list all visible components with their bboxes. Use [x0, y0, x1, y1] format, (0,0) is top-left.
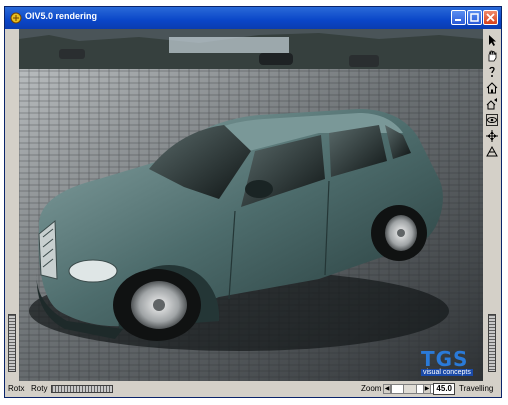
- logo-text: TGS: [421, 347, 469, 371]
- roty-label: Roty: [31, 384, 48, 393]
- viewer-toolbar: [483, 29, 501, 381]
- perspective-tool[interactable]: [485, 145, 499, 159]
- roty-horizontal-thumbwheel[interactable]: [51, 385, 113, 393]
- arrow-cursor-icon: [489, 35, 496, 46]
- zoom-label: Zoom: [361, 384, 382, 393]
- logo-subtext: visual concepts: [421, 369, 473, 376]
- home-tool[interactable]: [485, 81, 499, 95]
- view-all-tool[interactable]: [485, 113, 499, 127]
- 3d-render-viewport[interactable]: TGS visual concepts: [19, 29, 483, 381]
- rotx-label: Rotx: [8, 384, 25, 393]
- set-home-icon: [486, 98, 497, 110]
- tgs-logo: TGS visual concepts: [419, 347, 479, 377]
- hand-icon: [488, 50, 497, 62]
- app-icon: [10, 12, 22, 24]
- minimize-button[interactable]: [451, 10, 466, 25]
- mode-label: Travelling: [459, 384, 494, 393]
- perspective-icon: [486, 145, 498, 157]
- seek-question-icon: [489, 66, 495, 77]
- view-hand-tool[interactable]: [485, 49, 499, 63]
- seek-target-tool[interactable]: [485, 129, 499, 143]
- zoom-increase-button[interactable]: ▶: [423, 384, 431, 394]
- crosshair-icon: [486, 130, 498, 142]
- zoom-decrease-button[interactable]: ◀: [383, 384, 391, 394]
- select-arrow-tool[interactable]: [485, 33, 499, 47]
- maximize-icon: [470, 13, 479, 22]
- window-title: OIV5.0 rendering: [25, 11, 98, 21]
- set-home-tool[interactable]: [485, 97, 499, 111]
- car-scene-render: [19, 29, 483, 381]
- seek-tool[interactable]: [485, 65, 499, 79]
- viewer-statusbar: Rotx Roty Zoom ◀ ▶ 45.0 Travelling: [5, 381, 501, 397]
- close-button[interactable]: [483, 10, 498, 25]
- view-all-eye-icon: [486, 114, 498, 126]
- left-thumbwheel-panel: [5, 29, 19, 381]
- rotx-vertical-thumbwheel[interactable]: [8, 314, 16, 372]
- titlebar[interactable]: OIV5.0 rendering: [5, 7, 501, 29]
- dolly-vertical-thumbwheel[interactable]: [488, 314, 496, 372]
- minimize-icon: [455, 19, 461, 21]
- maximize-button[interactable]: [467, 10, 482, 25]
- home-icon: [486, 82, 498, 94]
- zoom-slider-thumb[interactable]: [403, 384, 417, 394]
- app-window: OIV5.0 rendering TGS visual concepts Rot…: [4, 6, 502, 398]
- close-icon: [486, 13, 495, 22]
- zoom-value-field[interactable]: 45.0: [433, 383, 455, 395]
